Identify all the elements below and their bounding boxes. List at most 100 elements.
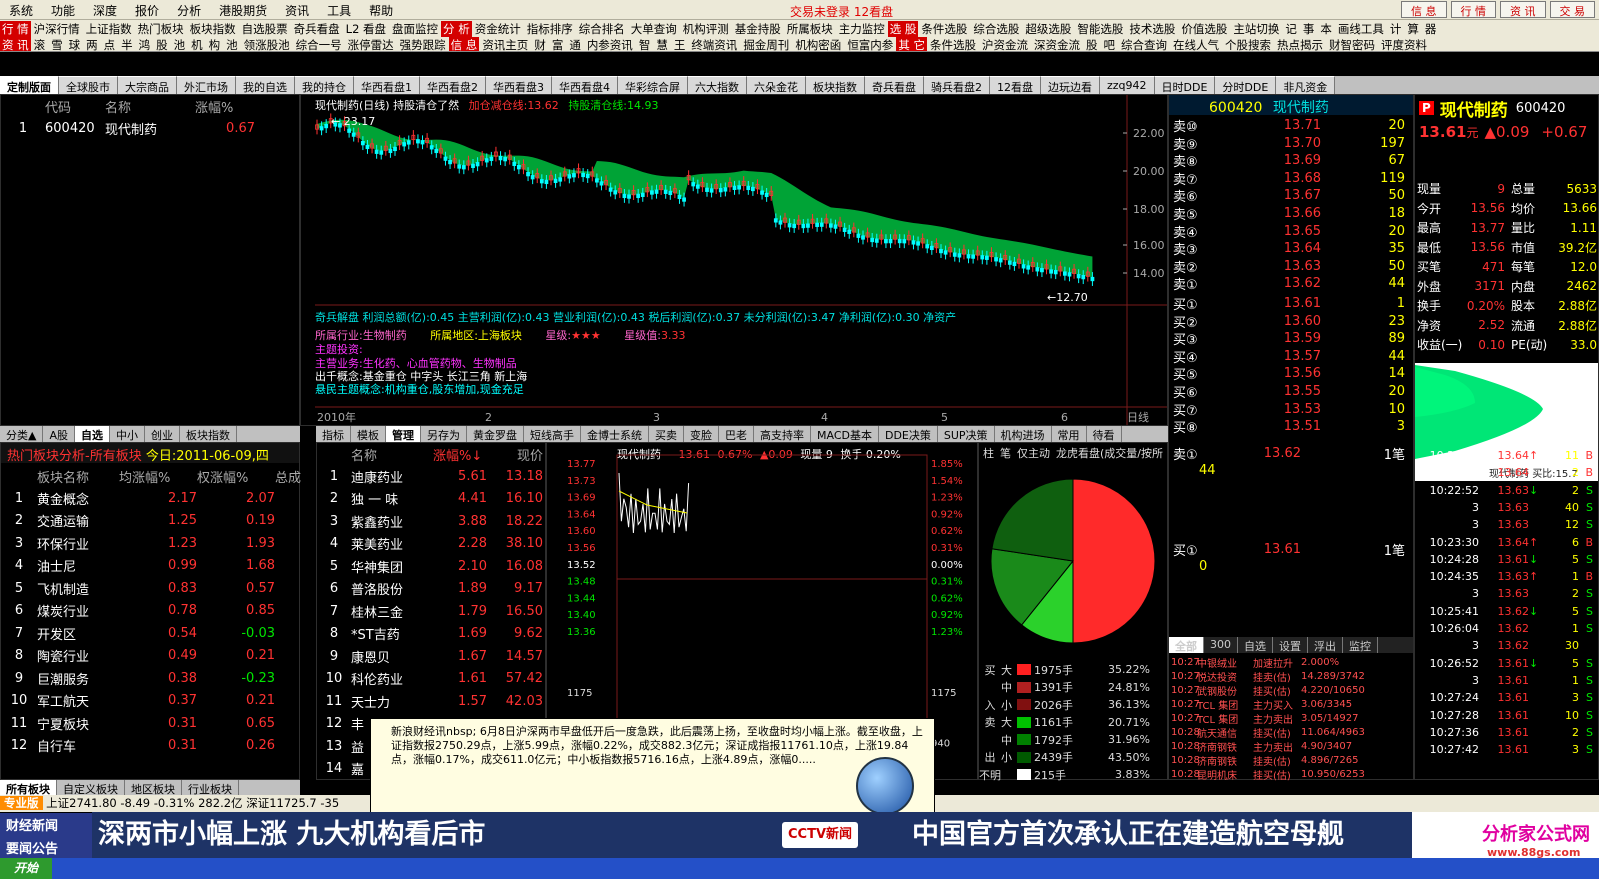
bid-row[interactable]: 买⑧ 13.51 3 xyxy=(1169,418,1413,436)
gainer-row[interactable]: 11 天士力 1.57 42.03 xyxy=(317,690,547,712)
col-price[interactable]: 现价 xyxy=(487,445,543,464)
tab-layout[interactable]: zzq942 xyxy=(1100,76,1155,94)
col-avg[interactable]: 均涨幅% xyxy=(119,467,197,486)
toolbar-link[interactable]: 基金持股 xyxy=(732,21,784,37)
toolbar-link[interactable]: 主力监控 xyxy=(836,21,888,37)
monitor-news-row[interactable]: 10:28 航天通信 挂买(估) 11.064/4963 xyxy=(1169,725,1413,740)
toolbar-link[interactable]: 池 xyxy=(223,37,241,51)
col-code[interactable]: 代码 xyxy=(45,97,105,116)
subtab[interactable]: 创业 xyxy=(145,426,180,442)
start-button[interactable]: 开始 xyxy=(0,858,53,879)
toolbar-link[interactable]: 器 xyxy=(1422,21,1440,37)
toolbar-link[interactable]: 本 xyxy=(1317,21,1335,37)
tab-layout[interactable]: 华西看盘3 xyxy=(486,76,552,94)
toolbar-link[interactable]: 热门板块 xyxy=(135,21,187,37)
sector-row[interactable]: 9 巨潮服务 0.38 -0.23 xyxy=(1,667,301,689)
bid-row[interactable]: 买② 13.60 23 xyxy=(1169,313,1413,331)
subtab[interactable]: 浮出 xyxy=(1308,637,1343,653)
subtab[interactable]: SUP决策 xyxy=(938,426,995,442)
toolbar-link[interactable]: 资讯主页 xyxy=(479,37,531,51)
toolbar-link[interactable]: 富 xyxy=(549,37,567,51)
subtab[interactable]: 地区板块 xyxy=(125,780,182,796)
bid-row[interactable]: 买⑦ 13.53 10 xyxy=(1169,401,1413,419)
toolbar-link[interactable]: 涨停雷达 xyxy=(345,37,397,51)
ask-row[interactable]: 卖③ 13.64 35 xyxy=(1169,240,1413,258)
tab-layout[interactable]: 我的自选 xyxy=(236,76,295,94)
tab-layout[interactable]: 华西看盘2 xyxy=(420,76,486,94)
subtab[interactable]: 短线高手 xyxy=(524,426,581,442)
bid-row[interactable]: 买④ 13.57 44 xyxy=(1169,348,1413,366)
toolbar-link[interactable]: 股 xyxy=(153,37,171,51)
toolbar-link[interactable]: 条件选股 xyxy=(927,37,979,51)
subtab[interactable]: 自选 xyxy=(1238,637,1273,653)
sector-row[interactable]: 7 开发区 0.54 -0.03 xyxy=(1,622,301,644)
toolbar-link[interactable]: 掘金周刊 xyxy=(740,37,792,51)
sector-row[interactable]: 1 黄金概念 2.17 2.07 xyxy=(1,487,301,509)
finance-news-link[interactable]: 财经新闻 xyxy=(0,813,92,836)
subtab[interactable]: 设置 xyxy=(1273,637,1308,653)
toolbar-link[interactable]: 两 xyxy=(83,37,101,51)
toolbar-link[interactable]: 领涨股池 xyxy=(241,37,293,51)
toolbar-link[interactable]: 综合一号 xyxy=(293,37,345,51)
subtab[interactable]: 监控 xyxy=(1343,637,1378,653)
toolbar-link[interactable]: 终端资讯 xyxy=(688,37,740,51)
bid-row[interactable]: 买③ 13.59 89 xyxy=(1169,330,1413,348)
subtab[interactable]: 常用 xyxy=(1052,426,1087,442)
subtab[interactable]: DDE决策 xyxy=(879,426,938,442)
toolbar-link[interactable]: 大单查询 xyxy=(628,21,680,37)
toolbar-link[interactable]: 滚 xyxy=(31,37,49,51)
subtab[interactable]: 中小 xyxy=(110,426,145,442)
menu-item[interactable]: 港股期货 xyxy=(210,0,276,19)
ask-row[interactable]: 卖① 13.62 44 xyxy=(1169,275,1413,293)
tab-layout[interactable]: 六朵金花 xyxy=(747,76,806,94)
toolbar-link[interactable]: 盘面监控 xyxy=(389,21,441,37)
tab-layout[interactable]: 非凡资金 xyxy=(1276,76,1336,94)
flow-tab[interactable]: 仅主动 xyxy=(1017,445,1050,461)
flow-tab[interactable]: 柱 xyxy=(983,445,994,461)
toolbar-link[interactable]: 慧 xyxy=(653,37,671,51)
subtab[interactable]: 机构进场 xyxy=(995,426,1052,442)
subtab[interactable]: 待看 xyxy=(1087,426,1122,442)
sector-row[interactable]: 10 军工航天 0.37 0.21 xyxy=(1,690,301,712)
toolbar-link[interactable]: 条件选股 xyxy=(918,21,970,37)
toolbar-link[interactable]: 综合排名 xyxy=(576,21,628,37)
subtab[interactable]: 巴老 xyxy=(719,426,754,442)
toolbar-link[interactable]: 技术选股 xyxy=(1126,21,1178,37)
toolbar-link[interactable]: 综合查询 xyxy=(1118,37,1170,51)
toolbar-link[interactable]: 上证指数 xyxy=(83,21,135,37)
toolbar-link[interactable]: 恒富内参 xyxy=(844,37,896,51)
toolbar-link[interactable]: 内参资讯 xyxy=(584,37,636,51)
toolbar-link[interactable]: 评度资料 xyxy=(1378,37,1430,51)
toolbar-tag[interactable]: 选 股 xyxy=(887,21,919,37)
top-nav-button[interactable]: 信 息 xyxy=(1401,1,1447,18)
menu-item[interactable]: 分析 xyxy=(168,0,210,19)
ask-row[interactable]: 卖⑤ 13.66 18 xyxy=(1169,205,1413,223)
toolbar-link[interactable]: 王 xyxy=(671,37,689,51)
toolbar-link[interactable]: 通 xyxy=(566,37,584,51)
gainer-row[interactable]: 5 华神集团 2.10 16.08 xyxy=(317,555,547,577)
toolbar-link[interactable]: 雪 xyxy=(48,37,66,51)
toolbar-link[interactable]: 强势跟踪 xyxy=(397,37,449,51)
toolbar-link[interactable]: 智 xyxy=(636,37,654,51)
toolbar-link[interactable]: 球 xyxy=(66,37,84,51)
toolbar-link[interactable]: 鸿 xyxy=(136,37,154,51)
col-pct[interactable]: 涨幅% xyxy=(195,97,255,116)
subtab[interactable]: 所有板块 xyxy=(0,780,57,796)
toolbar-link[interactable]: 所属板块 xyxy=(784,21,836,37)
news-popup[interactable]: 新浪财经讯nbsp; 6月8日沪深两市早盘低开后一度急跌，此后震荡上扬，至收盘时… xyxy=(370,718,935,822)
tab-layout[interactable]: 全球股市 xyxy=(59,76,118,94)
flow-tab[interactable]: 笔 xyxy=(1000,445,1011,461)
sector-row[interactable]: 12 自行车 0.31 0.26 xyxy=(1,735,301,757)
toolbar-link[interactable]: 沪深行情 xyxy=(31,21,83,37)
gainer-row[interactable]: 10 科伦药业 1.61 57.42 xyxy=(317,668,547,690)
toolbar-link[interactable]: 画线工具 xyxy=(1335,21,1387,37)
flow-tab[interactable]: 龙虎看盘(成交量/按所 xyxy=(1056,445,1163,461)
tab-layout[interactable]: 板块指数 xyxy=(806,76,865,94)
monitor-news-row[interactable]: 10:28 昆明机床 挂买(估) 10.950/6253 xyxy=(1169,767,1413,782)
subtab[interactable]: 板块指数 xyxy=(180,426,237,442)
ask-row[interactable]: 卖⑩ 13.71 20 xyxy=(1169,117,1413,135)
subtab[interactable]: 分类▲ xyxy=(0,426,44,442)
toolbar-link[interactable]: 机 xyxy=(188,37,206,51)
gainer-row[interactable]: 7 桂林三金 1.79 16.50 xyxy=(317,600,547,622)
menu-item[interactable]: 工具 xyxy=(318,0,360,19)
